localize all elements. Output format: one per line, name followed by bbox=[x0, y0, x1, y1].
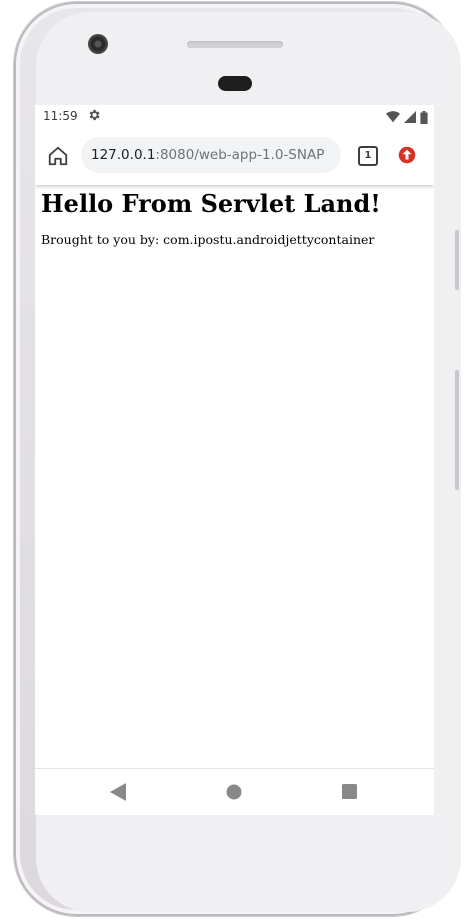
status-icons bbox=[386, 110, 428, 124]
device-screen: 11:59 127.0.0.1:8080/web-app-1.0-SNAP 1 bbox=[35, 105, 434, 815]
browser-toolbar: 127.0.0.1:8080/web-app-1.0-SNAP 1 bbox=[35, 129, 434, 185]
update-arrow-icon[interactable] bbox=[398, 146, 416, 164]
system-nav-bar bbox=[35, 768, 434, 815]
front-camera bbox=[88, 34, 108, 54]
back-triangle-icon[interactable] bbox=[110, 783, 126, 801]
tab-switcher-button[interactable]: 1 bbox=[358, 146, 378, 166]
earpiece-speaker bbox=[187, 41, 283, 48]
home-circle-icon[interactable] bbox=[226, 784, 242, 800]
url-path: :8080/web-app-1.0-SNAP bbox=[155, 147, 325, 163]
url-host: 127.0.0.1 bbox=[91, 147, 156, 163]
status-bar: 11:59 bbox=[35, 105, 434, 129]
volume-button bbox=[455, 370, 459, 490]
status-time: 11:59 bbox=[43, 109, 78, 123]
power-button bbox=[455, 230, 459, 290]
battery-icon bbox=[420, 110, 428, 124]
gear-icon bbox=[89, 109, 100, 121]
proximity-sensor bbox=[218, 76, 252, 91]
wifi-icon bbox=[386, 111, 400, 123]
recents-square-icon[interactable] bbox=[342, 784, 357, 799]
signal-icon bbox=[404, 111, 416, 123]
home-icon[interactable] bbox=[47, 145, 69, 167]
url-bar[interactable]: 127.0.0.1:8080/web-app-1.0-SNAP bbox=[81, 137, 341, 173]
page-heading: Hello From Servlet Land! bbox=[41, 189, 381, 218]
web-page-content: Hello From Servlet Land! Brought to you … bbox=[35, 185, 434, 768]
page-body-text: Brought to you by: com.ipostu.androidjet… bbox=[41, 232, 375, 247]
